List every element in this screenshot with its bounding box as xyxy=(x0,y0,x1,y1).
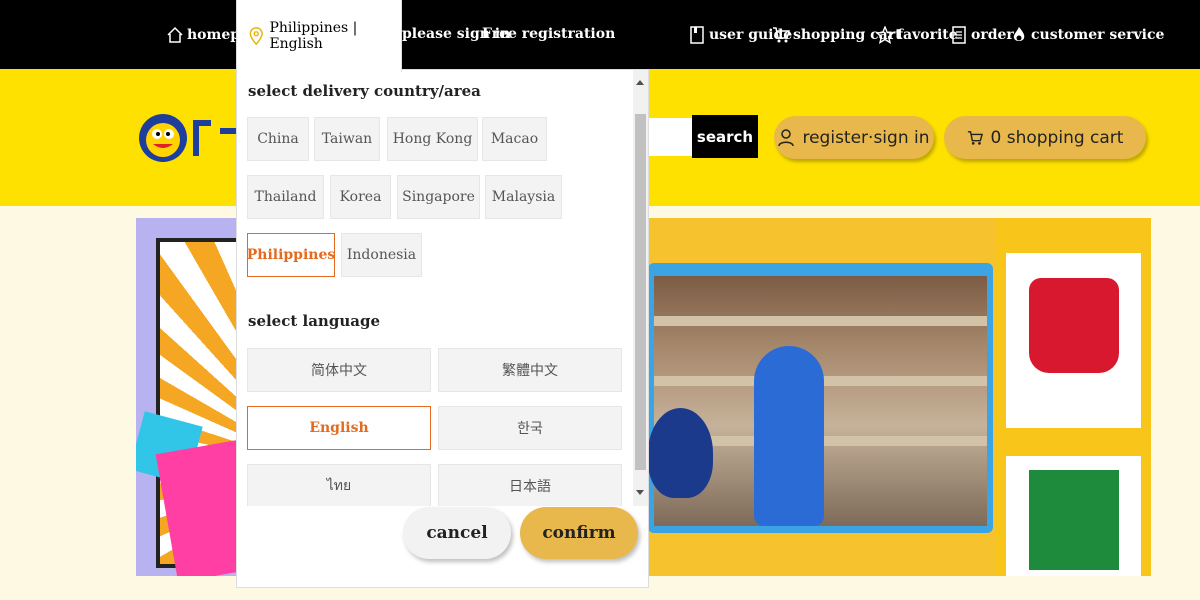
country-option-hong-kong[interactable]: Hong Kong xyxy=(387,117,478,161)
dropdown-scrollbar[interactable] xyxy=(633,70,648,506)
language-option-japanese[interactable]: 日本語 xyxy=(438,464,622,506)
country-section-title: select delivery country/area xyxy=(248,82,481,100)
product-jar-image xyxy=(1029,278,1119,373)
country-option-taiwan[interactable]: Taiwan xyxy=(314,117,380,161)
country-option-malaysia[interactable]: Malaysia xyxy=(485,175,562,219)
dropdown-scroll-area[interactable]: select delivery country/area China Taiwan… xyxy=(237,70,633,506)
country-option-macao[interactable]: Macao xyxy=(482,117,547,161)
language-option-english[interactable]: English xyxy=(247,406,431,450)
scroll-down-arrow-icon[interactable] xyxy=(636,490,644,495)
banner-penguin-mascot xyxy=(648,408,713,498)
favorite-label: favorite xyxy=(897,27,958,43)
mascot-costume xyxy=(754,346,824,526)
scrollbar-thumb[interactable] xyxy=(635,114,646,470)
product-box-image xyxy=(1029,470,1119,570)
confirm-button[interactable]: confirm xyxy=(520,507,638,559)
site-logo[interactable] xyxy=(138,110,248,166)
register-link[interactable]: Free registration xyxy=(482,26,615,42)
customer-service-label: customer service xyxy=(1031,27,1165,43)
language-option-simplified-chinese[interactable]: 简体中文 xyxy=(247,348,431,392)
search-button[interactable]: search xyxy=(692,115,758,158)
language-option-thai[interactable]: ไทย xyxy=(247,464,431,506)
customer-service-link[interactable]: customer service xyxy=(1010,26,1164,44)
register-sign-in-label: register·sign in xyxy=(802,127,930,148)
cart-icon xyxy=(967,130,983,145)
order-list-icon xyxy=(952,26,966,44)
language-section-title: select language xyxy=(248,312,380,330)
header-cart-button[interactable]: 0 shopping cart xyxy=(944,116,1146,159)
location-selector[interactable]: Philippines | English xyxy=(236,0,402,72)
country-option-philippines[interactable]: Philippines xyxy=(247,233,335,277)
country-language-dropdown: select delivery country/area China Taiwan… xyxy=(236,69,649,588)
order-label: order xyxy=(971,27,1014,43)
country-option-china[interactable]: China xyxy=(247,117,309,161)
location-pin-icon xyxy=(249,27,263,46)
favorite-link[interactable]: favorite xyxy=(876,26,958,44)
register-sign-in-button[interactable]: register·sign in xyxy=(774,116,934,159)
star-icon xyxy=(876,26,894,44)
scroll-up-arrow-icon[interactable] xyxy=(636,80,644,85)
cart-icon xyxy=(773,27,790,43)
register-label: Free registration xyxy=(482,26,616,42)
language-option-korean[interactable]: 한국 xyxy=(438,406,622,450)
guide-book-icon xyxy=(690,26,704,44)
top-bar: homepage please sign in Free registratio… xyxy=(0,0,1200,69)
country-option-indonesia[interactable]: Indonesia xyxy=(341,233,422,277)
cancel-button[interactable]: cancel xyxy=(403,507,511,559)
country-option-singapore[interactable]: Singapore xyxy=(397,175,480,219)
header-cart-label: 0 shopping cart xyxy=(990,127,1124,148)
country-option-korea[interactable]: Korea xyxy=(330,175,391,219)
order-link[interactable]: order xyxy=(950,26,1014,44)
country-option-thailand[interactable]: Thailand xyxy=(247,175,324,219)
flame-icon xyxy=(1013,27,1025,41)
location-label: Philippines | English xyxy=(269,20,358,52)
language-option-traditional-chinese[interactable]: 繁體中文 xyxy=(438,348,622,392)
store-shelf xyxy=(654,316,987,326)
home-icon xyxy=(167,26,183,43)
user-icon xyxy=(778,128,795,146)
